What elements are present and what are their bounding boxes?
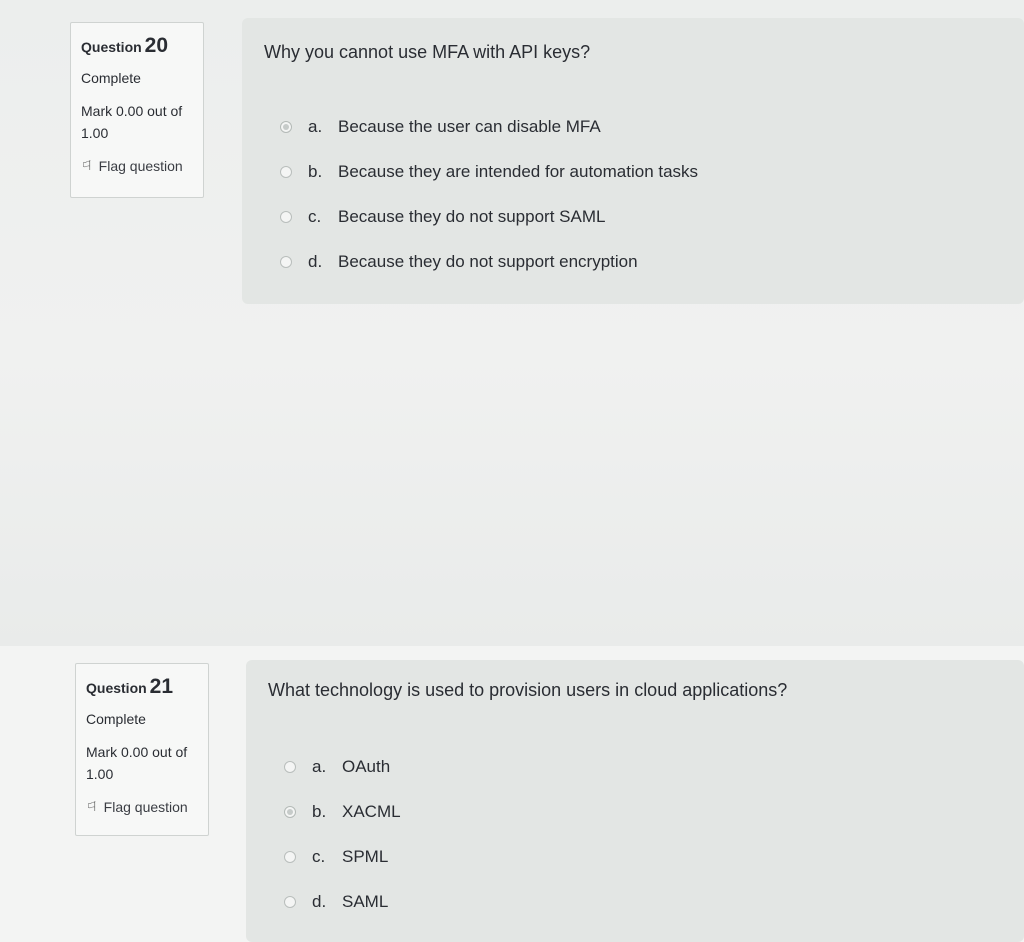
answer-text: SPML <box>342 846 389 866</box>
answer-option-b[interactable]: b. XACML <box>284 789 401 834</box>
answer-text: Because they are intended for automation… <box>338 161 699 181</box>
question-number-value: 20 <box>144 34 169 57</box>
radio-button-selected[interactable] <box>280 120 292 133</box>
flag-icon: ⚐ <box>81 158 93 173</box>
answer-option-a[interactable]: a. OAuth <box>284 744 401 789</box>
answer-text: Because they do not support SAML <box>338 206 606 226</box>
answer-list: a. Because the user can disable MFA b. B… <box>280 104 698 284</box>
question-info-panel: Question 20 Complete Mark 0.00 out of 1.0… <box>70 22 204 198</box>
question-grade: Mark 0.00 out of 1.00 <box>81 103 183 141</box>
radio-button-selected[interactable] <box>284 805 296 818</box>
answer-text: SAML <box>342 891 389 911</box>
radio-button[interactable] <box>284 895 296 908</box>
answer-letter: b. <box>308 161 323 181</box>
answer-letter: d. <box>312 891 327 911</box>
question-state: Complete <box>86 711 146 727</box>
question-number-value: 21 <box>149 675 174 698</box>
question-number: Question 21 <box>86 676 208 699</box>
radio-button[interactable] <box>280 210 292 223</box>
answer-letter: b. <box>312 801 327 821</box>
question-label: Question <box>81 39 142 55</box>
question-label: Question <box>86 680 147 696</box>
question-text: What technology is used to provision use… <box>268 680 788 700</box>
question-content: Why you cannot use MFA with API keys? a.… <box>242 18 1024 304</box>
flag-question-label: Flag question <box>98 158 183 174</box>
question-text: Why you cannot use MFA with API keys? <box>264 42 591 62</box>
answer-option-c[interactable]: c. Because they do not support SAML <box>280 194 698 239</box>
answer-text: Because they do not support encryption <box>338 251 638 271</box>
radio-button[interactable] <box>284 850 296 863</box>
question-state: Complete <box>81 70 141 86</box>
answer-letter: d. <box>308 251 323 271</box>
flag-question-label: Flag question <box>103 799 188 815</box>
question-grade: Mark 0.00 out of 1.00 <box>86 744 188 782</box>
answer-letter: c. <box>312 846 326 866</box>
radio-button[interactable] <box>284 760 296 773</box>
question-content: What technology is used to provision use… <box>246 660 1024 942</box>
answer-option-a[interactable]: a. Because the user can disable MFA <box>280 104 698 149</box>
answer-letter: a. <box>308 116 323 136</box>
answer-text: Because the user can disable MFA <box>338 116 601 136</box>
question-number: Question 20 <box>81 35 203 58</box>
radio-button[interactable] <box>280 255 292 268</box>
flag-question-link[interactable]: ⚐ Flag question <box>81 158 203 174</box>
answer-text: XACML <box>342 801 401 821</box>
answer-option-d[interactable]: d. Because they do not support encryptio… <box>280 239 698 284</box>
flag-question-link[interactable]: ⚐ Flag question <box>86 799 208 815</box>
answer-letter: a. <box>312 756 327 776</box>
answer-option-b[interactable]: b. Because they are intended for automat… <box>280 149 698 194</box>
flag-icon: ⚐ <box>86 799 98 814</box>
answer-letter: c. <box>308 206 322 226</box>
answer-option-d[interactable]: d. SAML <box>284 879 401 924</box>
question-info-panel: Question 21 Complete Mark 0.00 out of 1.0… <box>75 663 209 836</box>
answer-text: OAuth <box>342 756 391 776</box>
radio-button[interactable] <box>280 165 292 178</box>
answer-option-c[interactable]: c. SPML <box>284 834 401 879</box>
answer-list: a. OAuth b. XACML c. SPML d. SAML <box>284 744 401 924</box>
